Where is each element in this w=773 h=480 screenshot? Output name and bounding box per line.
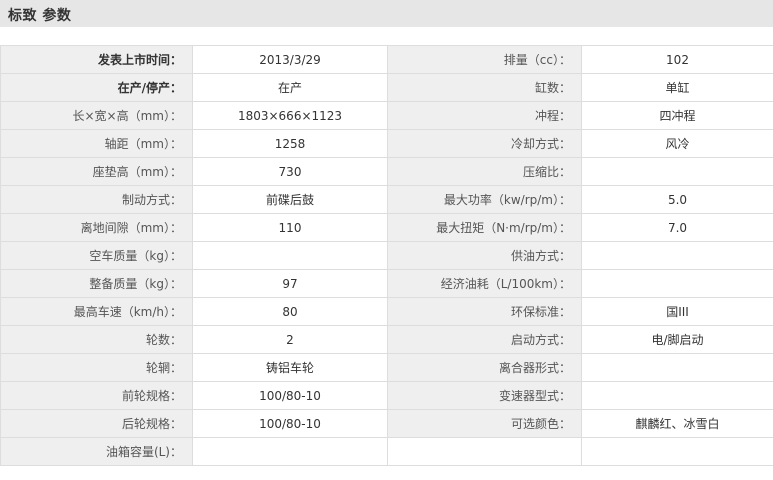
- spec-label: 变速器型式：: [387, 381, 582, 410]
- spec-value: 国III: [581, 297, 773, 326]
- spec-label: 冷却方式：: [387, 129, 582, 158]
- spec-label: 发表上市时间：: [0, 45, 193, 74]
- spec-table: 发表上市时间： 2013/3/29 排量（cc）： 102 在产/停产： 在产 …: [0, 45, 773, 466]
- table-row: 前轮规格： 100/80-10 变速器型式：: [0, 381, 773, 410]
- spec-label: 座垫高（mm）：: [0, 157, 193, 186]
- table-row: 轮辋： 铸铝车轮 离合器形式：: [0, 353, 773, 382]
- table-row: 长×宽×高（mm）： 1803×666×1123 冲程： 四冲程: [0, 101, 773, 130]
- spec-label: 供油方式：: [387, 241, 582, 270]
- table-row: 整备质量（kg）： 97 经济油耗（L/100km）：: [0, 269, 773, 298]
- spec-label: 后轮规格：: [0, 409, 193, 438]
- spec-value: 电/脚启动: [581, 325, 773, 354]
- table-row: 油箱容量(L)：: [0, 437, 773, 466]
- spec-value: [581, 437, 773, 466]
- spec-value: 100/80-10: [192, 381, 388, 410]
- spec-label: 轮数：: [0, 325, 193, 354]
- spec-value: 四冲程: [581, 101, 773, 130]
- table-row: 在产/停产： 在产 缸数： 单缸: [0, 73, 773, 102]
- spec-label: 离地间隙（mm）：: [0, 213, 193, 242]
- spec-label: 最高车速（km/h）：: [0, 297, 193, 326]
- spec-value: 在产: [192, 73, 388, 102]
- spec-label: 长×宽×高（mm）：: [0, 101, 193, 130]
- spec-value: [581, 241, 773, 270]
- spec-value: 麒麟红、冰雪白: [581, 409, 773, 438]
- spec-value: [581, 353, 773, 382]
- table-row: 轴距（mm）： 1258 冷却方式： 风冷: [0, 129, 773, 158]
- spec-value: [192, 437, 388, 466]
- spec-label: 制动方式：: [0, 185, 193, 214]
- spec-value: 1258: [192, 129, 388, 158]
- table-row: 空车质量（kg）： 供油方式：: [0, 241, 773, 270]
- spec-value: 2: [192, 325, 388, 354]
- spec-label: 排量（cc）：: [387, 45, 582, 74]
- spec-value: 97: [192, 269, 388, 298]
- spec-value: 7.0: [581, 213, 773, 242]
- table-row: 后轮规格： 100/80-10 可选颜色： 麒麟红、冰雪白: [0, 409, 773, 438]
- spec-label: 环保标准：: [387, 297, 582, 326]
- spec-value: 2013/3/29: [192, 45, 388, 74]
- spec-value: 102: [581, 45, 773, 74]
- table-row: 座垫高（mm）： 730 压缩比：: [0, 157, 773, 186]
- spec-value: 单缸: [581, 73, 773, 102]
- spec-label: 可选颜色：: [387, 409, 582, 438]
- table-row: 轮数： 2 启动方式： 电/脚启动: [0, 325, 773, 354]
- table-row: 最高车速（km/h）： 80 环保标准： 国III: [0, 297, 773, 326]
- spec-value: 80: [192, 297, 388, 326]
- spec-header: 标致 参数: [0, 0, 773, 27]
- spec-value: 1803×666×1123: [192, 101, 388, 130]
- spec-value: [581, 157, 773, 186]
- spec-value: 前碟后鼓: [192, 185, 388, 214]
- spec-label: 经济油耗（L/100km）：: [387, 269, 582, 298]
- spec-label: 冲程：: [387, 101, 582, 130]
- table-row: 离地间隙（mm）： 110 最大扭矩（N·m/rp/m）： 7.0: [0, 213, 773, 242]
- spec-label: 离合器形式：: [387, 353, 582, 382]
- spec-value: 110: [192, 213, 388, 242]
- spec-label: 最大扭矩（N·m/rp/m）：: [387, 213, 582, 242]
- spec-value: [192, 241, 388, 270]
- spec-value: 730: [192, 157, 388, 186]
- spec-label: 轮辋：: [0, 353, 193, 382]
- spec-label: 整备质量（kg）：: [0, 269, 193, 298]
- spec-label: 前轮规格：: [0, 381, 193, 410]
- spec-label: 启动方式：: [387, 325, 582, 354]
- table-row: 发表上市时间： 2013/3/29 排量（cc）： 102: [0, 45, 773, 74]
- table-row: 制动方式： 前碟后鼓 最大功率（kw/rp/m）： 5.0: [0, 185, 773, 214]
- spec-label: [387, 437, 582, 466]
- spec-label: 空车质量（kg）：: [0, 241, 193, 270]
- spec-value: 铸铝车轮: [192, 353, 388, 382]
- spec-value: 5.0: [581, 185, 773, 214]
- spec-label: 轴距（mm）：: [0, 129, 193, 158]
- spec-value: [581, 269, 773, 298]
- spec-label: 油箱容量(L)：: [0, 437, 193, 466]
- page-title: 标致 参数: [8, 8, 72, 24]
- spec-value: 100/80-10: [192, 409, 388, 438]
- spec-label: 缸数：: [387, 73, 582, 102]
- spec-label: 在产/停产：: [0, 73, 193, 102]
- spec-value: [581, 381, 773, 410]
- spec-value: 风冷: [581, 129, 773, 158]
- spec-label: 压缩比：: [387, 157, 582, 186]
- spec-label: 最大功率（kw/rp/m）：: [387, 185, 582, 214]
